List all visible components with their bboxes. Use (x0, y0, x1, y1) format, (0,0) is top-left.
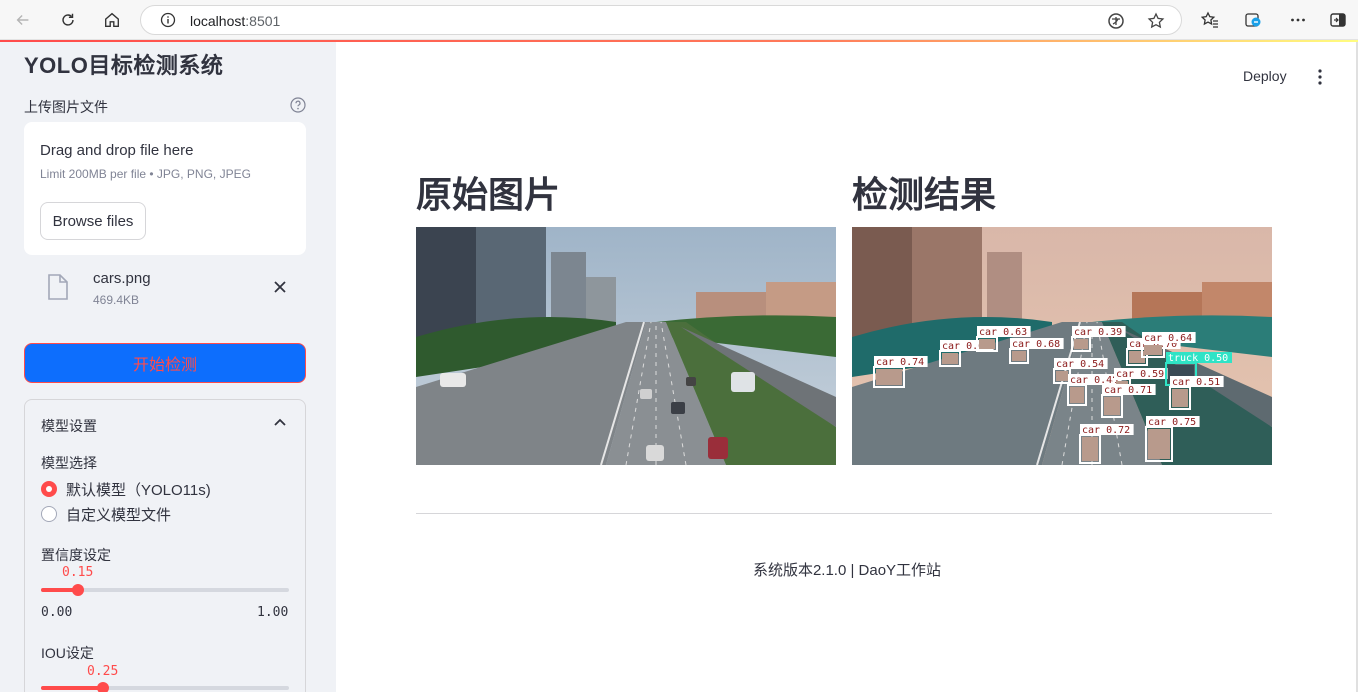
model-settings-expander: 模型设置 模型选择 默认模型（YOLO11s) 自定义模型文件 置信度设定 0.… (24, 399, 306, 692)
back-button[interactable] (9, 6, 37, 34)
more-menu-button[interactable] (1288, 10, 1308, 30)
radio-unselected-indicator[interactable] (41, 506, 57, 522)
model-select-label: 模型选择 (41, 455, 97, 471)
close-icon[interactable] (270, 277, 290, 297)
uploaded-file: cars.png 469.4KB (24, 267, 306, 313)
radio-default-model[interactable]: 默认模型（YOLO11s) (41, 478, 301, 500)
reload-button[interactable] (54, 6, 82, 34)
iou-slider-thumb[interactable] (97, 682, 109, 692)
confidence-slider-thumb[interactable] (72, 584, 84, 596)
vehicle-shape (1144, 345, 1162, 355)
vehicle-shape (942, 353, 958, 364)
detection-label: car 0.39 (1074, 327, 1122, 338)
vehicle-shape (876, 369, 902, 385)
radio-label: 自定义模型文件 (66, 507, 172, 524)
sidebar: YOLO目标检测系统 上传图片文件 Drag and drop file her… (0, 42, 336, 692)
browse-files-button[interactable]: Browse files (40, 202, 146, 240)
address-bar[interactable]: localhost:8501 (140, 5, 1182, 35)
section-divider (416, 513, 1272, 514)
upload-label: 上传图片文件 (24, 99, 108, 115)
annotated-road-photo: car 0.74car 0.66car 0.63car 0.68car 0.39… (852, 227, 1272, 465)
vehicle-shape (1172, 389, 1188, 407)
detection-label: car 0.75 (1148, 417, 1196, 428)
edge-icon (1245, 13, 1261, 27)
radio-selected-indicator[interactable] (41, 481, 57, 497)
sidebar-title: YOLO目标检测系统 (24, 53, 224, 78)
road-photo (416, 227, 836, 465)
detection-label: car 0.74 (876, 357, 924, 368)
confidence-slider-label: 置信度设定 (41, 547, 111, 563)
vehicle-shape (1104, 397, 1120, 415)
original-image (416, 227, 836, 465)
detection-label: car 0.72 (1082, 425, 1130, 436)
detection-label: car 0.59 (1116, 369, 1164, 380)
favorites-icon (1201, 11, 1218, 28)
main-content: Deploy 原始图片 检测结果 car 0.74 car 0.66 car 0… (336, 42, 1358, 692)
confidence-slider[interactable] (41, 584, 289, 596)
start-detection-button[interactable]: 开始检测 (24, 343, 306, 383)
file-dropzone[interactable]: Drag and drop file here Limit 200MB per … (24, 122, 306, 255)
detection-label: car 0.63 (979, 327, 1027, 338)
main-menu-icon[interactable] (1312, 68, 1328, 86)
sidebar-icon (1330, 13, 1346, 27)
detection-label: car 0.64 (1144, 333, 1192, 344)
file-icon (48, 274, 68, 300)
favorites-button[interactable] (1200, 10, 1220, 30)
sidebar-toggle-button[interactable] (1328, 10, 1348, 30)
iou-slider[interactable] (41, 682, 289, 692)
detection-result-image: car 0.74 car 0.66 car 0.63 car 0.68 car 0.39… (852, 227, 1272, 465)
iou-slider-label: IOU设定 (41, 645, 94, 661)
dropzone-limits: Limit 200MB per file • JPG, PNG, JPEG (40, 167, 251, 181)
confidence-max: 1.00 (257, 605, 289, 620)
vehicle-shape (1070, 387, 1084, 403)
iou-slider-value: 0.25 (87, 664, 119, 679)
original-image-title: 原始图片 (416, 174, 561, 215)
url-port: :8501 (245, 13, 281, 29)
vehicle-shape (1148, 429, 1170, 459)
detection-label: truck 0.50 (1168, 353, 1228, 364)
url-host: localhost (190, 13, 246, 29)
detection-result-title: 检测结果 (852, 174, 997, 215)
detection-label: car 0.51 (1172, 377, 1220, 388)
radio-custom-model[interactable]: 自定义模型文件 (41, 503, 301, 525)
home-icon (105, 12, 119, 27)
detection-label: car 0.68 (1012, 339, 1060, 350)
dropzone-instructions: Drag and drop file here (40, 142, 194, 159)
radio-label: 默认模型（YOLO11s) (66, 482, 211, 499)
arrow-left-icon (16, 14, 29, 26)
edge-collections-button[interactable] (1243, 10, 1263, 30)
info-icon[interactable] (160, 12, 176, 28)
favorite-star-icon[interactable] (1147, 12, 1165, 30)
vehicle-shape (1012, 351, 1026, 361)
detection-label: car 0.71 (1104, 385, 1152, 396)
vehicle-shape (1082, 437, 1098, 461)
footer-version: 系统版本2.1.0 | DaoY工作站 (752, 562, 942, 579)
url-text[interactable]: localhost:8501 (190, 13, 280, 29)
home-button[interactable] (98, 6, 126, 34)
confidence-slider-value: 0.15 (62, 565, 94, 580)
help-icon[interactable] (290, 97, 306, 113)
vehicle-shape (979, 339, 995, 349)
browser-toolbar: localhost:8501 (0, 0, 1358, 40)
chevron-up-icon[interactable] (271, 414, 289, 432)
file-name: cars.png (93, 270, 151, 287)
vehicle-shape (1056, 371, 1068, 381)
iou-slider-fill (41, 686, 103, 690)
vehicle-shape (1074, 339, 1088, 349)
deploy-button[interactable]: Deploy (1243, 68, 1287, 84)
detection-label: car 0.54 (1056, 359, 1104, 370)
confidence-min: 0.00 (41, 605, 73, 620)
reload-icon (62, 13, 74, 26)
model-settings-title[interactable]: 模型设置 (41, 416, 97, 436)
translate-icon[interactable] (1107, 12, 1125, 30)
file-size: 469.4KB (93, 293, 140, 307)
ellipsis-icon (1291, 18, 1305, 22)
